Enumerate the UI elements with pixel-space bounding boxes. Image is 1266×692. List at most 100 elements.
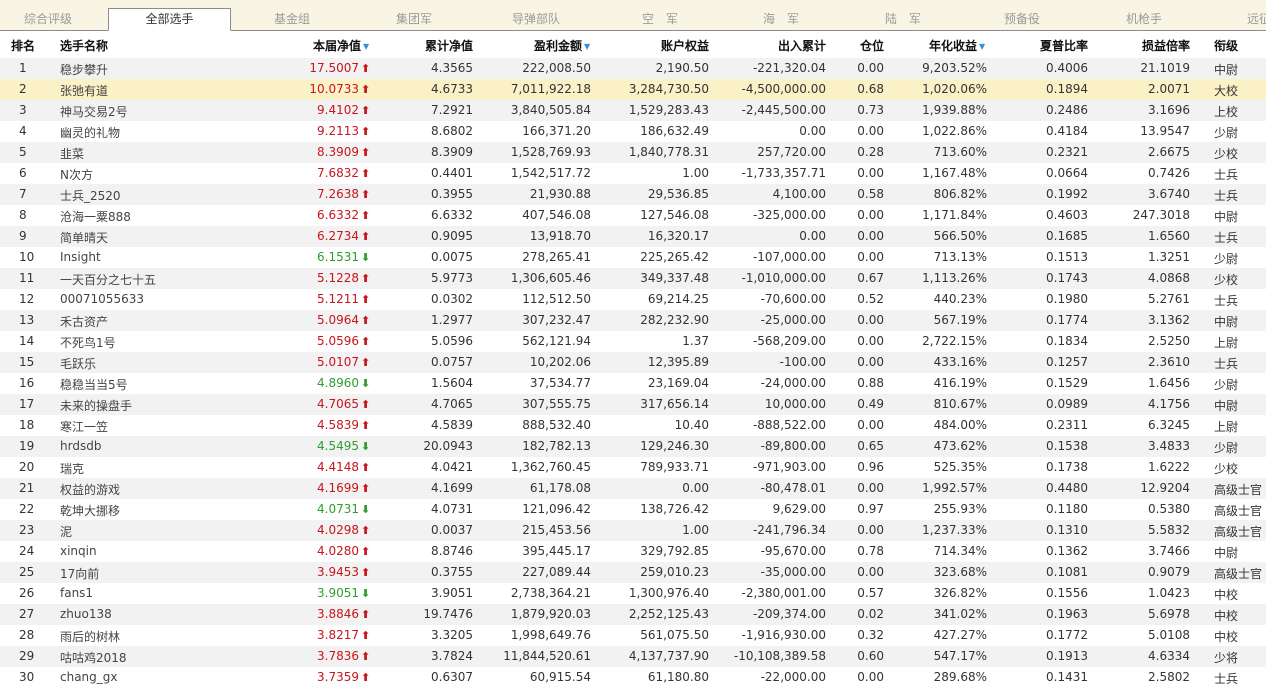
rank-title-cell: 少尉 xyxy=(1214,441,1239,455)
player-name-link[interactable]: 未来的操盘手 xyxy=(60,397,132,414)
rank-title-cell: 中校 xyxy=(1214,630,1239,644)
table-row[interactable]: 25 17向前 3.9453 ⬆ 0.3755 227,089.44 259,010.23 -… xyxy=(0,562,1266,583)
player-name-link[interactable]: Insight xyxy=(60,250,101,264)
player-name-link[interactable]: 稳步攀升 xyxy=(60,61,108,78)
table-row[interactable]: 24 xinqin 4.0280 ⬆ 8.8746 395,445.17 329,792.8… xyxy=(0,541,1266,562)
header-profit[interactable]: 盈利金额 ▼ xyxy=(534,37,590,54)
player-name-link[interactable]: fans1 xyxy=(60,586,93,600)
table-row[interactable]: 8 沧海一粟888 6.6332 ⬆ 6.6332 407,546.08 127,546.0… xyxy=(0,205,1266,226)
table-row[interactable]: 15 毛跃乐 5.0107 ⬆ 0.0757 10,202.06 12,395.89 -100… xyxy=(0,352,1266,373)
table-row[interactable]: 1 稳步攀升 17.5007 ⬆ 4.3565 222,008.50 2,190.50 -22… xyxy=(0,58,1266,79)
withdraw-cell: -95,670.00 xyxy=(760,544,826,558)
player-name-link[interactable]: 寒江一笠 xyxy=(60,418,108,435)
equity-cell: 1.00 xyxy=(682,166,709,180)
header-name[interactable]: 选手名称 xyxy=(60,37,108,54)
table-row[interactable]: 27 zhuo138 3.8846 ⬆ 19.7476 1,879,920.03 2,252… xyxy=(0,604,1266,625)
player-name-link[interactable]: zhuo138 xyxy=(60,607,112,621)
table-row[interactable]: 18 寒江一笠 4.5839 ⬆ 4.5839 888,532.40 10.40 -888,5… xyxy=(0,415,1266,436)
table-row[interactable]: 30 chang_gx 3.7359 ⬆ 0.6307 60,915.54 61,180.8… xyxy=(0,667,1266,688)
tab-0[interactable]: 综合评级 xyxy=(24,10,72,27)
rank-cell: 10 xyxy=(19,250,35,264)
table-row[interactable]: 23 泥 4.0298 ⬆ 0.0037 215,453.56 1.00 -241,796.3… xyxy=(0,520,1266,541)
sharpe-cell: 0.1538 xyxy=(1046,439,1088,453)
player-name-link[interactable]: 士兵_2520 xyxy=(60,187,121,204)
table-row[interactable]: 28 雨后的树林 3.8217 ⬆ 3.3205 1,998,649.76 561,075.… xyxy=(0,625,1266,646)
player-name-link[interactable]: 咕咕鸡2018 xyxy=(60,649,127,666)
table-row[interactable]: 3 神马交易2号 9.4102 ⬆ 7.2921 3,840,505.84 1,529,28… xyxy=(0,100,1266,121)
header-equity[interactable]: 账户权益 xyxy=(661,37,709,54)
tab-3[interactable]: 集团军 xyxy=(396,10,432,27)
table-row[interactable]: 14 不死鸟1号 5.0596 ⬆ 5.0596 562,121.94 1.37 -568,2… xyxy=(0,331,1266,352)
tab-1[interactable]: 全部选手 xyxy=(108,8,231,31)
table-row[interactable]: 19 hrdsdb 4.5495 ⬇ 20.0943 182,782.13 129,246.… xyxy=(0,436,1266,457)
withdraw-cell: -10,108,389.58 xyxy=(733,649,826,663)
table-row[interactable]: 21 权益的游戏 4.1699 ⬆ 4.1699 61,178.08 0.00 -80,478… xyxy=(0,478,1266,499)
table-row[interactable]: 11 一天百分之七十五 5.1228 ⬆ 5.9773 1,306,605.46 349,3… xyxy=(0,268,1266,289)
table-row[interactable]: 5 韭菜 8.3909 ⬆ 8.3909 1,528,769.93 1,840,778.31… xyxy=(0,142,1266,163)
player-name-link[interactable]: 17向前 xyxy=(60,565,99,582)
player-name-link[interactable]: xinqin xyxy=(60,544,97,558)
annual-cell: 2,722.15% xyxy=(922,334,987,348)
header-position[interactable]: 仓位 xyxy=(860,37,884,54)
table-row[interactable]: 6 N次方 7.6832 ⬆ 0.4401 1,542,517.72 1.00 -1,733,… xyxy=(0,163,1266,184)
annual-cell: 1,022.86% xyxy=(922,124,987,138)
tab-6[interactable]: 海 军 xyxy=(763,10,799,27)
player-name-link[interactable]: 幽灵的礼物 xyxy=(60,124,120,141)
player-name-link[interactable]: N次方 xyxy=(60,166,93,183)
header-nav[interactable]: 本届净值 ▼ xyxy=(313,37,369,54)
header-annual[interactable]: 年化收益 ▼ xyxy=(929,37,985,54)
table-row[interactable]: 4 幽灵的礼物 9.2113 ⬆ 8.6802 166,371.20 186,632.49 0… xyxy=(0,121,1266,142)
player-name-link[interactable]: chang_gx xyxy=(60,670,118,684)
header-cum-nav[interactable]: 累计净值 xyxy=(425,37,473,54)
header-pl-ratio[interactable]: 损益倍率 xyxy=(1142,37,1190,54)
table-row[interactable]: 22 乾坤大挪移 4.0731 ⬇ 4.0731 121,096.42 138,726.42… xyxy=(0,499,1266,520)
player-name-link[interactable]: 泥 xyxy=(60,523,72,540)
table-row[interactable]: 17 未来的操盘手 4.7065 ⬆ 4.7065 307,555.75 317,656.1… xyxy=(0,394,1266,415)
table-row[interactable]: 26 fans1 3.9051 ⬇ 3.9051 2,738,364.21 1,300,97… xyxy=(0,583,1266,604)
player-name-link[interactable]: 00071055633 xyxy=(60,292,144,306)
player-name-link[interactable]: 乾坤大挪移 xyxy=(60,502,120,519)
table-row[interactable]: 2 张弛有道 10.0733 ⬆ 4.6733 7,011,922.18 3,284,730… xyxy=(0,79,1266,100)
table-row[interactable]: 7 士兵_2520 7.2638 ⬆ 0.3955 21,930.88 29,536.85 4… xyxy=(0,184,1266,205)
tab-2[interactable]: 基金组 xyxy=(274,10,310,27)
player-name-link[interactable]: 权益的游戏 xyxy=(60,481,120,498)
player-name-link[interactable]: 简单晴天 xyxy=(60,229,108,246)
tab-8[interactable]: 预备役 xyxy=(1004,10,1040,27)
table-row[interactable]: 9 简单晴天 6.2734 ⬆ 0.9095 13,918.70 16,320.17 0.00… xyxy=(0,226,1266,247)
tab-4[interactable]: 导弹部队 xyxy=(512,10,560,27)
table-row[interactable]: 29 咕咕鸡2018 3.7836 ⬆ 3.7824 11,844,520.61 4,137… xyxy=(0,646,1266,667)
header-sharpe[interactable]: 夏普比率 xyxy=(1040,37,1088,54)
tab-9[interactable]: 机枪手 xyxy=(1126,10,1162,27)
table-row[interactable]: 12 00071055633 5.1211 ⬆ 0.0302 112,512.50 69,2… xyxy=(0,289,1266,310)
equity-cell: 138,726.42 xyxy=(640,502,709,516)
tab-5[interactable]: 空 军 xyxy=(642,10,678,27)
arrow-up-icon: ⬆ xyxy=(361,83,371,96)
player-name-link[interactable]: 禾古资产 xyxy=(60,313,108,330)
equity-cell: 349,337.48 xyxy=(640,271,709,285)
player-name-link[interactable]: 韭菜 xyxy=(60,145,84,162)
tab-10[interactable]: 远征 xyxy=(1247,10,1266,27)
player-name-link[interactable]: 雨后的树林 xyxy=(60,628,120,645)
tab-7[interactable]: 陆 军 xyxy=(885,10,921,27)
player-name-link[interactable]: 稳稳当当5号 xyxy=(60,376,128,393)
player-name-link[interactable]: 瑞克 xyxy=(60,460,84,477)
player-name-link[interactable]: 沧海一粟888 xyxy=(60,208,131,225)
header-rank-title[interactable]: 衔级 xyxy=(1214,37,1238,54)
pl-ratio-cell: 2.5802 xyxy=(1148,670,1190,684)
table-row[interactable]: 10 Insight 6.1531 ⬇ 0.0075 278,265.41 225,265.… xyxy=(0,247,1266,268)
player-name-link[interactable]: 不死鸟1号 xyxy=(60,334,116,351)
nav-value: 5.1211 xyxy=(317,292,359,306)
header-rank[interactable]: 排名 xyxy=(11,37,35,54)
player-name-link[interactable]: 毛跃乐 xyxy=(60,355,96,372)
equity-cell: 16,320.17 xyxy=(647,229,709,243)
table-row[interactable]: 20 瑞克 4.4148 ⬆ 4.0421 1,362,760.45 789,933.71 -… xyxy=(0,457,1266,478)
table-row[interactable]: 13 禾古资产 5.0964 ⬆ 1.2977 307,232.47 282,232.90 -… xyxy=(0,310,1266,331)
table-row[interactable]: 16 稳稳当当5号 4.8960 ⬇ 1.5604 37,534.77 23,169.04 -… xyxy=(0,373,1266,394)
player-name-link[interactable]: hrdsdb xyxy=(60,439,101,453)
player-name-link[interactable]: 一天百分之七十五 xyxy=(60,271,156,288)
nav-cell: 3.8217 ⬆ xyxy=(317,628,370,642)
player-name-link[interactable]: 神马交易2号 xyxy=(60,103,128,120)
player-name-link[interactable]: 张弛有道 xyxy=(60,82,108,99)
header-withdraw[interactable]: 出入累计 xyxy=(778,37,826,54)
nav-value: 4.4148 xyxy=(317,460,359,474)
